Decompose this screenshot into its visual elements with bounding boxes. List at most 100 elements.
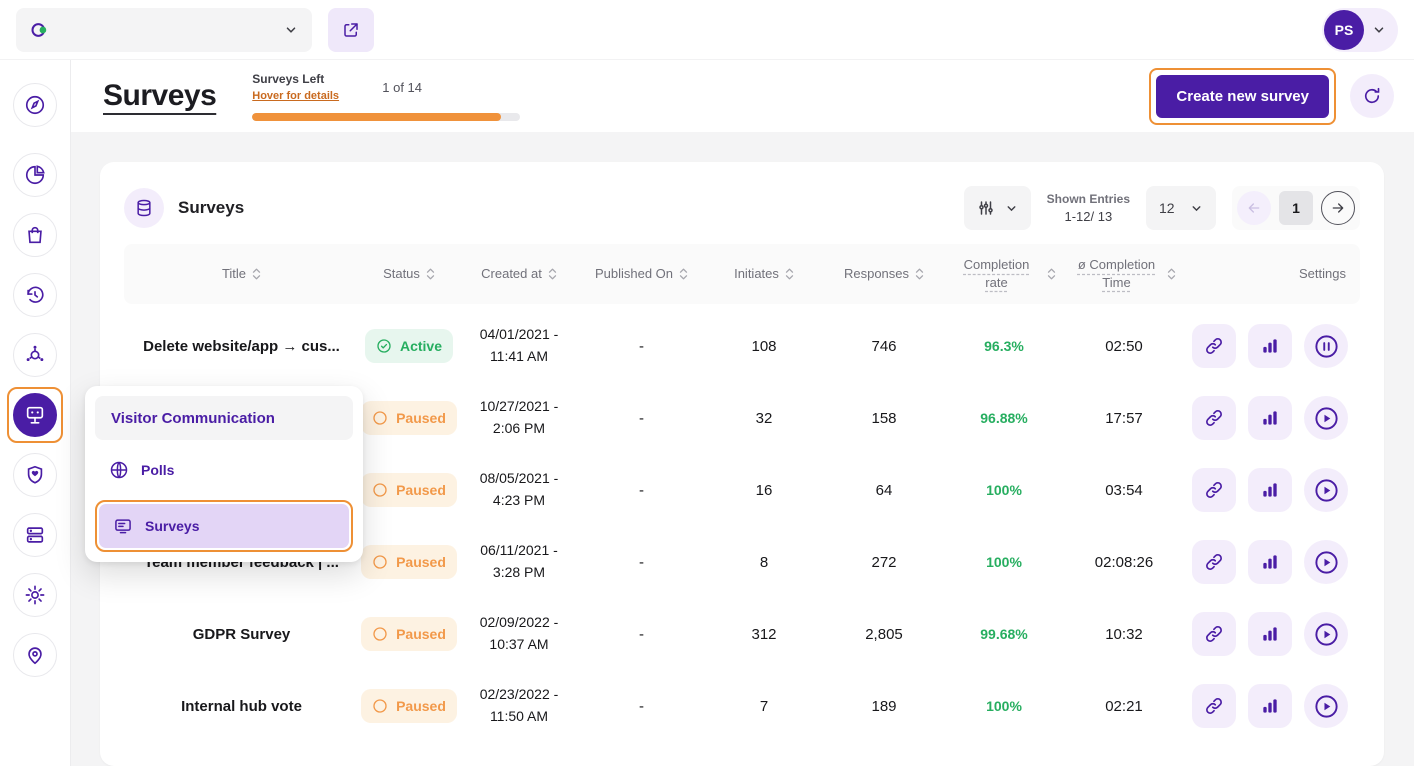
sidebar-item-settings[interactable]	[13, 573, 57, 617]
copy-link-button[interactable]	[1192, 324, 1236, 368]
filter-button[interactable]	[964, 186, 1031, 230]
created-at-cell: 06/11/2021 - 3:28 PM	[459, 540, 579, 583]
hover-for-details-link[interactable]: Hover for details	[252, 90, 339, 102]
created-date: 10/27/2021 -	[459, 396, 579, 418]
created-date: 04/01/2021 -	[459, 324, 579, 346]
copy-link-button[interactable]	[1192, 468, 1236, 512]
completion-time-cell: 17:57	[1064, 410, 1184, 427]
table-row: Delete website/app → cus... Active 04/01…	[124, 310, 1360, 382]
column-header-published[interactable]: Published On	[579, 265, 704, 283]
chevron-down-icon	[1190, 202, 1203, 215]
sidebar-item-history[interactable]	[13, 273, 57, 317]
column-header-initiates[interactable]: Initiates	[704, 265, 824, 283]
created-date: 08/05/2021 -	[459, 468, 579, 490]
column-header-title[interactable]: Title	[124, 265, 359, 283]
flyout-item-surveys[interactable]: Surveys	[99, 504, 349, 548]
page-size-select[interactable]: 12	[1146, 186, 1216, 230]
play-icon	[1313, 621, 1340, 648]
sidebar-item-analytics[interactable]	[13, 153, 57, 197]
bar-chart-icon	[1260, 408, 1280, 428]
open-external-button[interactable]	[328, 8, 374, 52]
workspace-logo-icon	[30, 20, 50, 40]
surveys-left-count: 1 of 14	[382, 80, 422, 95]
published-on-cell: -	[579, 554, 704, 571]
status-icon	[376, 338, 392, 354]
settings-cell	[1184, 684, 1360, 728]
settings-cell	[1184, 612, 1360, 656]
server-icon	[24, 524, 46, 546]
sidebar-item-dashboard[interactable]	[13, 83, 57, 127]
refresh-button[interactable]	[1350, 74, 1394, 118]
bar-chart-icon	[1260, 336, 1280, 356]
survey-form-icon	[113, 516, 133, 536]
statistics-button[interactable]	[1248, 468, 1292, 512]
published-on-cell: -	[579, 482, 704, 499]
toggle-survey-button[interactable]	[1304, 612, 1348, 656]
flyout-item-label: Polls	[141, 462, 174, 478]
column-header-rate[interactable]: Completion rate	[944, 256, 1064, 291]
status-label: Paused	[396, 698, 446, 714]
page-title: Surveys	[103, 79, 216, 113]
sidebar-item-automation[interactable]	[13, 333, 57, 377]
statistics-button[interactable]	[1248, 540, 1292, 584]
toggle-survey-button[interactable]	[1304, 684, 1348, 728]
column-header-time[interactable]: ø Completion Time	[1064, 256, 1184, 291]
statistics-button[interactable]	[1248, 324, 1292, 368]
statistics-button[interactable]	[1248, 396, 1292, 440]
copy-link-button[interactable]	[1192, 612, 1236, 656]
initiates-cell: 8	[704, 554, 824, 571]
workspace-selector[interactable]	[16, 8, 312, 52]
created-time: 10:37 AM	[459, 634, 579, 656]
survey-title: Internal hub vote	[124, 698, 359, 715]
tutorial-highlight-create: Create new survey	[1149, 68, 1336, 125]
surveys-left-widget: Surveys Left Hover for details 1 of 14	[252, 72, 520, 121]
next-page-button[interactable]	[1321, 191, 1355, 225]
create-new-survey-button[interactable]: Create new survey	[1156, 75, 1329, 118]
copy-link-button[interactable]	[1192, 684, 1236, 728]
sidebar-item-support[interactable]	[13, 633, 57, 677]
statistics-button[interactable]	[1248, 612, 1292, 656]
flyout-item-polls[interactable]: Polls	[95, 448, 353, 492]
toggle-survey-button[interactable]	[1304, 468, 1348, 512]
current-page[interactable]: 1	[1279, 191, 1313, 225]
status-cell: Active	[359, 329, 459, 363]
surveys-left-label: Surveys Left	[252, 72, 382, 86]
database-icon	[134, 198, 154, 218]
created-time: 4:23 PM	[459, 490, 579, 512]
sidebar-item-data[interactable]	[13, 513, 57, 557]
sidebar-item-shop[interactable]	[13, 213, 57, 257]
responses-cell: 64	[824, 482, 944, 499]
visitor-communication-flyout: Visitor Communication Polls Surveys	[85, 386, 363, 562]
copy-link-button[interactable]	[1192, 396, 1236, 440]
shown-entries-label: Shown Entries	[1047, 192, 1130, 206]
status-badge: Paused	[361, 545, 457, 579]
status-cell: Paused	[359, 545, 459, 579]
avatar: PS	[1324, 10, 1364, 50]
created-at-cell: 02/23/2022 - 11:50 AM	[459, 684, 579, 727]
link-icon	[1204, 408, 1224, 428]
settings-cell	[1184, 468, 1360, 512]
user-menu[interactable]: PS	[1322, 8, 1398, 52]
copy-link-button[interactable]	[1192, 540, 1236, 584]
previous-page-button[interactable]	[1237, 191, 1271, 225]
responses-cell: 272	[824, 554, 944, 571]
sidebar-item-visitor-communication[interactable]	[13, 393, 57, 437]
created-date: 02/23/2022 -	[459, 684, 579, 706]
surveys-left-progress-fill	[252, 113, 501, 121]
column-header-status[interactable]: Status	[359, 265, 459, 283]
initiates-cell: 108	[704, 338, 824, 355]
toggle-survey-button[interactable]	[1304, 324, 1348, 368]
statistics-button[interactable]	[1248, 684, 1292, 728]
shown-entries-value: 1-12/ 13	[1047, 209, 1130, 224]
surveys-left-progress	[252, 113, 520, 121]
sort-icon	[252, 267, 261, 281]
created-at-cell: 10/27/2021 - 2:06 PM	[459, 396, 579, 439]
sidebar-item-security[interactable]	[13, 453, 57, 497]
column-header-responses[interactable]: Responses	[824, 265, 944, 283]
survey-title: Delete website/app → cus...	[124, 338, 359, 355]
status-icon	[372, 698, 388, 714]
toggle-survey-button[interactable]	[1304, 540, 1348, 584]
responses-cell: 189	[824, 698, 944, 715]
toggle-survey-button[interactable]	[1304, 396, 1348, 440]
column-header-created[interactable]: Created at	[459, 265, 579, 283]
